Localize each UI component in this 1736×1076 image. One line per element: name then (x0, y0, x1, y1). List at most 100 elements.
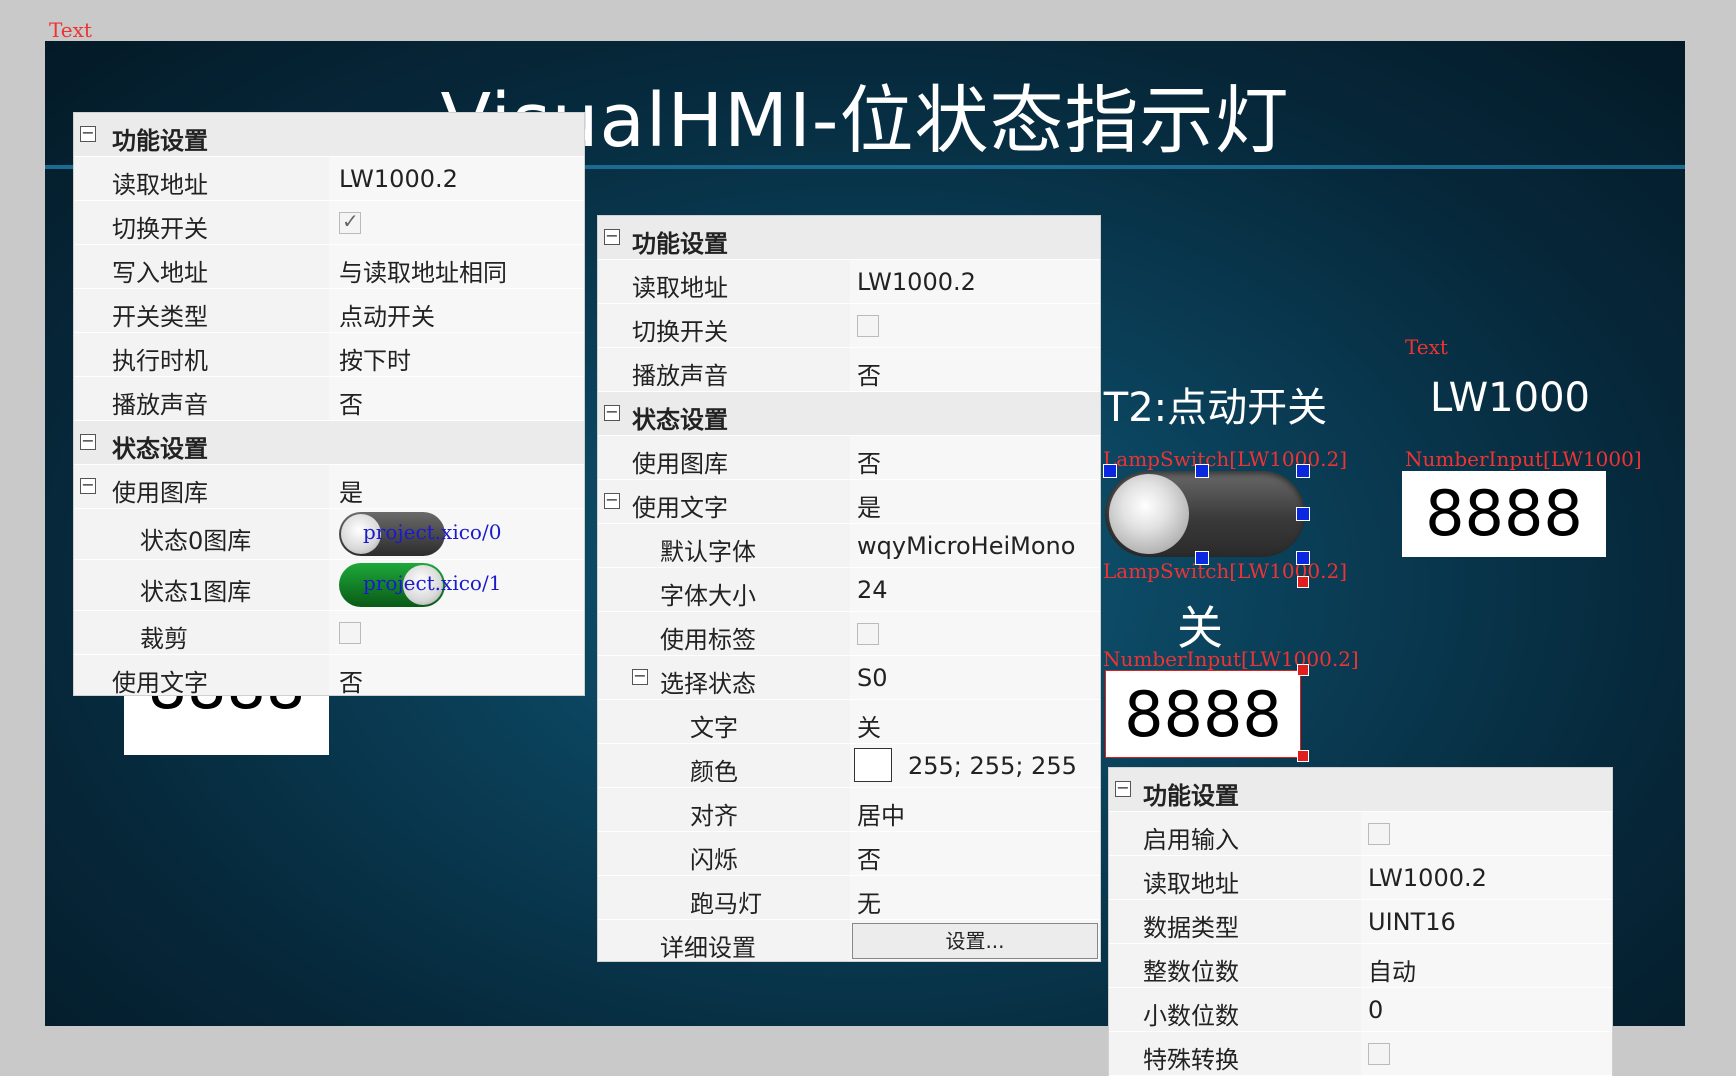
number-input-top[interactable]: 8888 (1402, 471, 1606, 557)
collapse-icon[interactable]: − (80, 125, 96, 142)
prop-row-write-address[interactable]: 写入地址 与读取地址相同 (74, 245, 584, 289)
selection-handle-icon[interactable] (1297, 750, 1309, 762)
lamp-switch[interactable] (1105, 471, 1305, 557)
prop-row-special-conversion[interactable]: 特殊转换 (1109, 1032, 1612, 1076)
prop-row-dec-digits[interactable]: 小数位数 0 (1109, 988, 1612, 1032)
toggle-switch-checkbox[interactable] (339, 209, 361, 234)
prop-row-toggle-switch[interactable]: 切换开关 (74, 201, 584, 245)
collapse-icon[interactable]: − (604, 228, 620, 245)
prop-value[interactable]: LW1000.2 (857, 268, 976, 296)
prop-value[interactable]: 否 (857, 356, 881, 391)
prop-row-use-text[interactable]: 使用文字 否 (74, 655, 584, 695)
prop-row-color[interactable]: 颜色 255; 255; 255 (598, 744, 1100, 788)
prop-value[interactable]: 否 (339, 663, 363, 695)
prop-row-crop[interactable]: 裁剪 (74, 611, 584, 655)
property-panel-1[interactable]: − 功能设置 读取地址 LW1000.2 切换开关 写入地址 与读取地址相同 开… (73, 112, 585, 696)
property-panel-2[interactable]: − 功能设置 读取地址 LW1000.2 切换开关 播放声音 否 − 状态设置 … (597, 215, 1101, 962)
details-settings-button[interactable]: 设置... (852, 923, 1098, 959)
collapse-icon[interactable]: − (604, 404, 620, 421)
color-swatch[interactable] (854, 748, 892, 782)
selection-handle-icon[interactable] (1297, 664, 1309, 676)
prop-value[interactable]: 否 (857, 840, 881, 875)
selection-handle-icon[interactable] (1297, 576, 1309, 588)
prop-value[interactable]: 0 (1368, 996, 1383, 1024)
prop-value[interactable]: wqyMicroHeiMono (857, 532, 1075, 560)
lamp-switch-knob[interactable] (1109, 474, 1189, 554)
prop-row-use-text[interactable]: − 使用文字 是 (598, 480, 1100, 524)
prop-row-use-tag[interactable]: 使用标签 (598, 612, 1100, 656)
selection-handle-icon[interactable] (1103, 464, 1117, 478)
selection-handle-icon[interactable] (1296, 507, 1310, 521)
section-function-settings[interactable]: − 功能设置 (74, 113, 584, 157)
prop-row-exec-timing[interactable]: 执行时机 按下时 (74, 333, 584, 377)
prop-row-details[interactable]: 详细设置 设置... (598, 920, 1100, 961)
prop-row-state1-gallery[interactable]: 状态1图库 project.xico/1 (74, 560, 584, 611)
prop-value[interactable]: 自动 (1368, 952, 1416, 987)
prop-row-data-type[interactable]: 数据类型 UINT16 (1109, 900, 1612, 944)
prop-row-switch-type[interactable]: 开关类型 点动开关 (74, 289, 584, 333)
property-panel-3[interactable]: − 功能设置 启用输入 读取地址 LW1000.2 数据类型 UINT16 整数… (1108, 767, 1613, 1076)
prop-row-font-size[interactable]: 字体大小 24 (598, 568, 1100, 612)
prop-value[interactable]: 255; 255; 255 (908, 752, 1077, 780)
prop-row-text[interactable]: 文字 关 (598, 700, 1100, 744)
prop-row-read-address[interactable]: 读取地址 LW1000.2 (1109, 856, 1612, 900)
prop-value[interactable]: 居中 (857, 796, 905, 831)
prop-value[interactable]: UINT16 (1368, 908, 1456, 936)
prop-label: 读取地址 (1143, 870, 1239, 898)
prop-label: 播放声音 (632, 362, 728, 390)
toggle-switch-checkbox[interactable] (857, 315, 879, 337)
selection-handle-icon[interactable] (1195, 464, 1209, 478)
text-label-top[interactable]: Text (49, 18, 92, 42)
prop-value[interactable]: S0 (857, 664, 888, 692)
enable-input-checkbox[interactable] (1368, 823, 1390, 845)
prop-value[interactable]: 否 (339, 385, 363, 420)
prop-value[interactable]: 关 (857, 708, 881, 743)
collapse-icon[interactable]: − (80, 477, 96, 494)
prop-row-enable-input[interactable]: 启用输入 (1109, 812, 1612, 856)
prop-value[interactable]: 是 (339, 473, 363, 508)
state1-toggle-preview[interactable]: project.xico/1 (339, 563, 501, 607)
use-tag-checkbox[interactable] (857, 623, 879, 645)
prop-row-toggle-switch[interactable]: 切换开关 (598, 304, 1100, 348)
prop-row-play-sound[interactable]: 播放声音 否 (74, 377, 584, 421)
selection-handle-icon[interactable] (1296, 464, 1310, 478)
prop-row-default-font[interactable]: 默认字体 wqyMicroHeiMono (598, 524, 1100, 568)
prop-row-align[interactable]: 对齐 居中 (598, 788, 1100, 832)
prop-value[interactable]: 无 (857, 884, 881, 919)
section-function-settings[interactable]: − 功能设置 (598, 216, 1100, 260)
collapse-icon[interactable]: − (1115, 780, 1131, 797)
collapse-icon[interactable]: − (80, 433, 96, 450)
section-state-settings[interactable]: − 状态设置 (74, 421, 584, 465)
prop-value[interactable]: 与读取地址相同 (339, 253, 507, 288)
prop-row-marquee[interactable]: 跑马灯 无 (598, 876, 1100, 920)
lw-label-title[interactable]: Text (1405, 335, 1448, 359)
section-state-settings[interactable]: − 状态设置 (598, 392, 1100, 436)
crop-checkbox[interactable] (339, 622, 361, 644)
prop-value[interactable]: LW1000.2 (1368, 864, 1487, 892)
prop-value[interactable]: 否 (857, 444, 881, 479)
collapse-icon[interactable]: − (604, 492, 620, 509)
number-input-mid[interactable]: 8888 (1105, 670, 1301, 758)
prop-value[interactable]: 是 (857, 488, 881, 523)
collapse-icon[interactable]: − (632, 668, 648, 685)
section2-title[interactable]: IT2:点动开关 (1092, 375, 1327, 433)
prop-row-select-state[interactable]: − 选择状态 S0 (598, 656, 1100, 700)
prop-row-state0-gallery[interactable]: 状态0图库 project.xico/0 (74, 509, 584, 560)
prop-row-play-sound[interactable]: 播放声音 否 (598, 348, 1100, 392)
selection-handle-icon[interactable] (1296, 551, 1310, 565)
prop-value[interactable]: 24 (857, 576, 888, 604)
prop-value[interactable]: 按下时 (339, 341, 411, 376)
state0-toggle-preview[interactable]: project.xico/0 (339, 512, 501, 556)
prop-row-read-address[interactable]: 读取地址 LW1000.2 (74, 157, 584, 201)
prop-row-blink[interactable]: 闪烁 否 (598, 832, 1100, 876)
prop-row-use-gallery[interactable]: 使用图库 否 (598, 436, 1100, 480)
prop-value[interactable]: 点动开关 (339, 297, 435, 332)
section-function-settings[interactable]: − 功能设置 (1109, 768, 1612, 812)
selection-handle-icon[interactable] (1195, 551, 1209, 565)
special-conversion-checkbox[interactable] (1368, 1043, 1390, 1065)
lw-label[interactable]: LW1000 (1430, 375, 1590, 421)
prop-value[interactable]: LW1000.2 (339, 165, 458, 193)
prop-row-use-gallery[interactable]: − 使用图库 是 (74, 465, 584, 509)
prop-row-int-digits[interactable]: 整数位数 自动 (1109, 944, 1612, 988)
prop-row-read-address[interactable]: 读取地址 LW1000.2 (598, 260, 1100, 304)
